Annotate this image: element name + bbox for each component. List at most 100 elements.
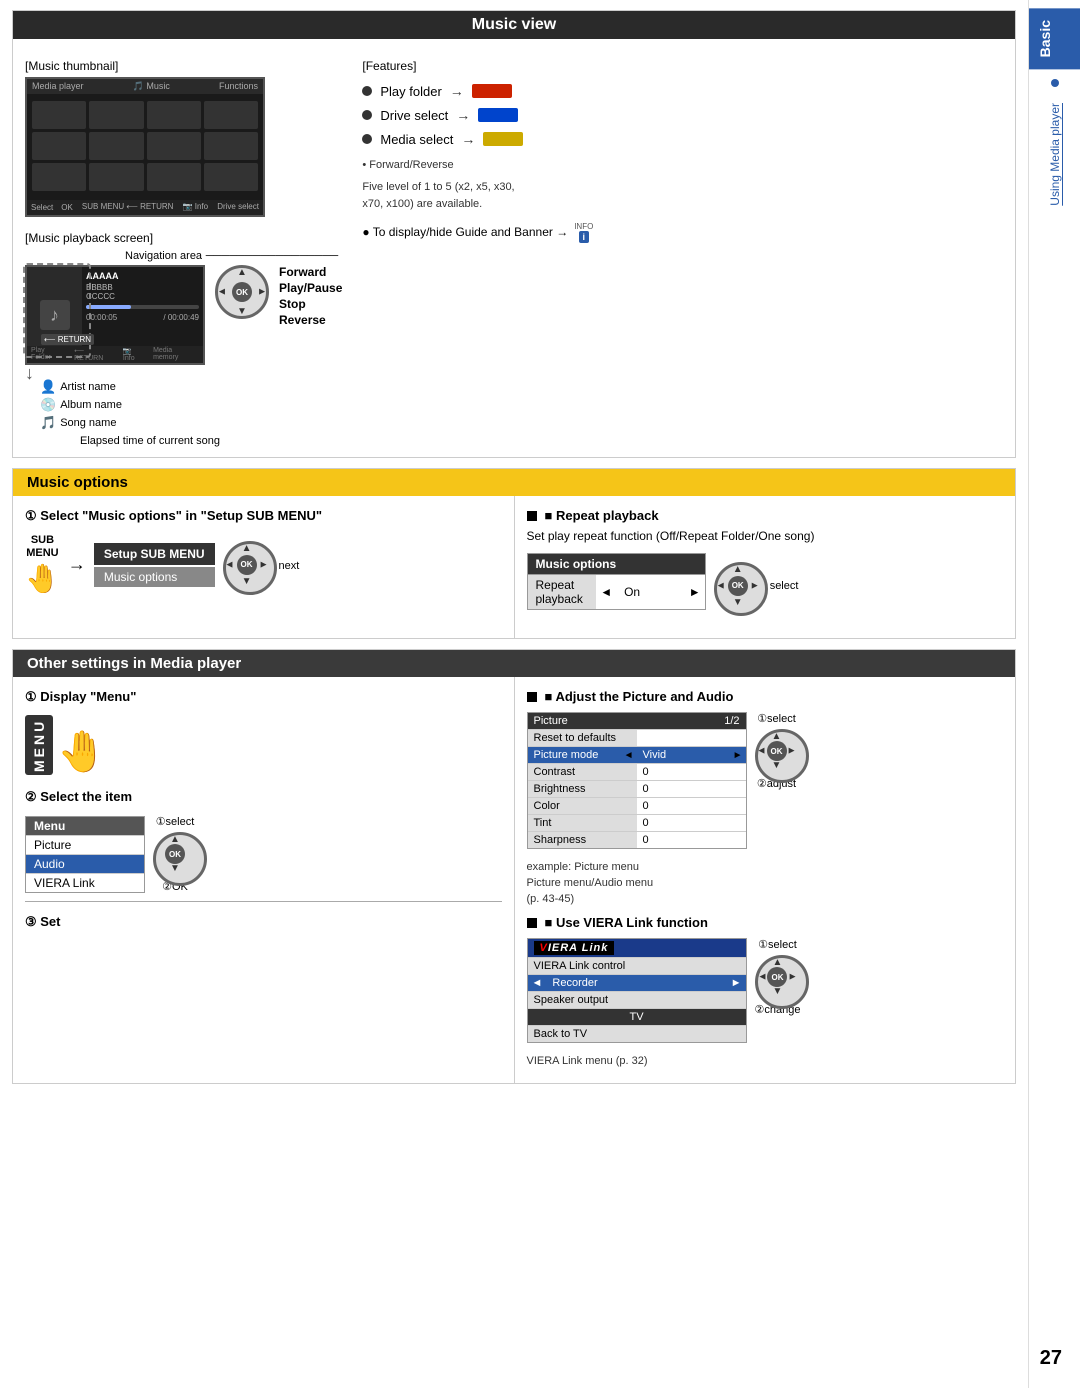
thumb-cell bbox=[32, 163, 86, 191]
flow-arrow-1: → bbox=[68, 554, 86, 575]
dpad-up-2: ▲ bbox=[242, 543, 252, 554]
forward-reverse-note: • Forward/Reverse Five level of 1 to 5 (… bbox=[362, 157, 1003, 214]
sidebar-basic: Basic bbox=[1029, 8, 1080, 69]
arrow-play-folder: → bbox=[450, 83, 464, 99]
mot-value: On bbox=[616, 582, 685, 602]
dpad-down-arrow: ▼ bbox=[237, 306, 247, 317]
pb-album: BBBBB bbox=[86, 283, 199, 292]
select-right-label: select bbox=[770, 580, 799, 592]
pb-song: CCCCC bbox=[86, 292, 199, 301]
viera-link-title: ■ Use VIERA Link function bbox=[527, 915, 1004, 930]
select-adjust-col: ①select ▲ ▼ ◄ ► OK ②adjust bbox=[755, 712, 799, 790]
pb-progress-bar bbox=[86, 305, 199, 309]
thumb-functions-label: Functions bbox=[219, 81, 258, 92]
music-options-item-box: Music options bbox=[94, 567, 215, 587]
bullet-drive-select bbox=[362, 110, 372, 120]
dpad-left-6: ◄ bbox=[757, 972, 767, 983]
select-label-vl: ①select bbox=[758, 938, 797, 951]
vt-row-speaker: Speaker output bbox=[528, 991, 746, 1008]
pt-row-contrast: Contrast 0 bbox=[528, 763, 746, 780]
repeat-desc: Set play repeat function (Off/Repeat Fol… bbox=[527, 529, 1004, 543]
dpad-right-2: ► bbox=[259, 559, 269, 570]
picture-audio-note: Picture menu/Audio menu bbox=[527, 877, 1004, 889]
dpad-down-4: ▼ bbox=[170, 863, 180, 874]
vt-header: VIERA Link bbox=[528, 939, 746, 957]
ml-item-picture: Picture bbox=[26, 835, 144, 854]
pb-return-btn: ⟵ RETURN bbox=[41, 334, 94, 345]
music-view-section: Music view [Music thumbnail] Media playe… bbox=[12, 10, 1016, 458]
right-sidebar-main: Basic Using Media player bbox=[1028, 0, 1080, 1388]
thumb-cell bbox=[147, 101, 201, 129]
music-options-left: ① Select "Music options" in "Setup SUB M… bbox=[13, 496, 515, 638]
dpad-right-3: ► bbox=[750, 580, 760, 591]
media-select-text: Media select bbox=[380, 132, 453, 147]
thumb-cell bbox=[147, 132, 201, 160]
playback-nav-col: ▲ ▼ ◄ ► OK bbox=[215, 265, 269, 319]
thumb-cell bbox=[89, 132, 143, 160]
dpad-ok-5: OK bbox=[767, 741, 787, 761]
feature-drive-select: Drive select → bbox=[362, 107, 1003, 123]
arrow-media-select: → bbox=[461, 131, 475, 147]
dpad-right-6: ► bbox=[788, 972, 798, 983]
ok-col: ①select ▲ ▼ OK ②OK bbox=[153, 815, 197, 893]
sidebar-bullet bbox=[1051, 79, 1059, 87]
divider-line bbox=[25, 901, 502, 902]
thumb-cell bbox=[89, 163, 143, 191]
album-name-row: 💿 Album name bbox=[40, 397, 122, 413]
viera-table: VIERA Link VIERA Link control ◄ Recorder… bbox=[527, 938, 747, 1043]
ml-item-audio: Audio bbox=[26, 854, 144, 873]
dpad-up-arrow: ▲ bbox=[237, 267, 247, 278]
dpad-right-arrow: ► bbox=[257, 287, 267, 298]
playback-screen-label: [Music playback screen] bbox=[25, 231, 342, 245]
page-ref-note: (p. 43-45) bbox=[527, 893, 1004, 905]
mot-arrow-right: ► bbox=[685, 582, 705, 602]
thumb-cell bbox=[204, 101, 258, 129]
thumb-submenu: SUB MENU ⟵ RETURN bbox=[82, 202, 173, 213]
features-list: Play folder → Drive select → Media selec… bbox=[362, 77, 1003, 147]
drive-select-text: Drive select bbox=[380, 108, 448, 123]
setup-sub-menu-box: Setup SUB MENU bbox=[94, 543, 215, 565]
playback-left-col: ♪ AAAAA BBBBB CCCCC bbox=[25, 265, 342, 365]
play-folder-text: Play folder bbox=[380, 84, 441, 99]
arrow-drive-select: → bbox=[456, 107, 470, 123]
info-top: INFO bbox=[574, 222, 593, 231]
dpad-control: ▲ ▼ ◄ ► OK bbox=[215, 265, 269, 319]
nav-area-label: Navigation area ───────────────── bbox=[125, 247, 338, 262]
dpad-left-2: ◄ bbox=[225, 559, 235, 570]
picture-table: Picture 1/2 Reset to defaults Picture mo… bbox=[527, 712, 747, 849]
dpad-ok-4: OK bbox=[165, 844, 185, 864]
pt-row-color: Color 0 bbox=[528, 797, 746, 814]
other-settings-header: Other settings in Media player bbox=[13, 650, 1015, 677]
guide-banner: ● To display/hide Guide and Banner → INF… bbox=[362, 222, 1003, 243]
hand-submenu-icon: 🤚 bbox=[25, 562, 60, 595]
thumb-select: Select OK bbox=[31, 202, 73, 213]
artists-col: 👤 Artist name 💿 Album name 🎵 Song name bbox=[40, 379, 122, 431]
elapsed-time-label: Elapsed time of current song bbox=[80, 435, 342, 447]
set-title: ③ Set bbox=[25, 914, 502, 930]
select-label-pic: ①select bbox=[757, 712, 796, 725]
step1-title: ① Select "Music options" in "Setup SUB M… bbox=[25, 508, 502, 524]
vt-row-recorder: ◄ Recorder ► bbox=[528, 974, 746, 991]
select-step-label: ①select bbox=[156, 815, 195, 828]
dpad-right-5: ► bbox=[787, 746, 797, 757]
music-options-header: Music options bbox=[13, 469, 1015, 496]
info-badge: i bbox=[579, 231, 590, 243]
square-icon bbox=[527, 511, 537, 521]
adjust-picture-title: ■ Adjust the Picture and Audio bbox=[527, 689, 1004, 704]
dpad-down-2: ▼ bbox=[242, 576, 252, 587]
artist-name-row: 👤 Artist name bbox=[40, 379, 122, 395]
main-content: Music view [Music thumbnail] Media playe… bbox=[0, 0, 1028, 1388]
ml-item-viera: VIERA Link bbox=[26, 873, 144, 892]
pt-row-tint: Tint 0 bbox=[528, 814, 746, 831]
thumb-cell bbox=[204, 132, 258, 160]
other-settings-body: ① Display "Menu" MENU 🤚 ② Select the ite… bbox=[13, 677, 1015, 1083]
feature-media-select: Media select → bbox=[362, 131, 1003, 147]
dpad-ok-6: OK bbox=[767, 967, 787, 987]
forward-label: Forward bbox=[279, 265, 342, 279]
select-item-flow: Menu Picture Audio VIERA Link ①select ▲ … bbox=[25, 815, 502, 893]
pt-row-brightness: Brightness 0 bbox=[528, 780, 746, 797]
vt-row-tv: TV bbox=[528, 1008, 746, 1025]
thumbnail-screen: Media player 🎵 Music Functions bbox=[25, 77, 265, 217]
mot-label: Repeat playback bbox=[528, 575, 597, 609]
thumb-cell bbox=[147, 163, 201, 191]
